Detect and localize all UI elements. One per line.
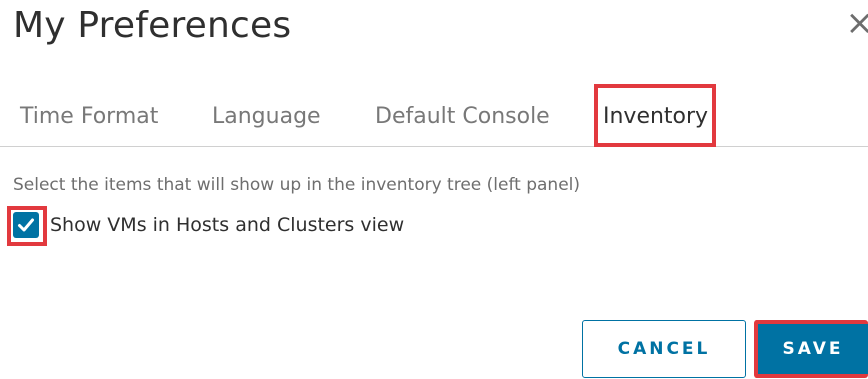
close-icon[interactable]: × [846,6,868,40]
tab-language[interactable]: Language [212,104,321,129]
save-button[interactable]: SAVE [754,320,868,378]
dialog-title: My Preferences [13,5,292,46]
checkbox-highlight [7,206,47,246]
tab-bar: Time Format Language Default Console Inv… [0,86,868,147]
tab-default-console[interactable]: Default Console [375,104,550,129]
cancel-button[interactable]: CANCEL [582,320,746,378]
inventory-tab-highlight [594,84,716,147]
show-vms-label: Show VMs in Hosts and Clusters view [50,214,405,236]
inventory-instruction: Select the items that will show up in th… [13,175,581,195]
tab-time-format[interactable]: Time Format [20,104,158,129]
